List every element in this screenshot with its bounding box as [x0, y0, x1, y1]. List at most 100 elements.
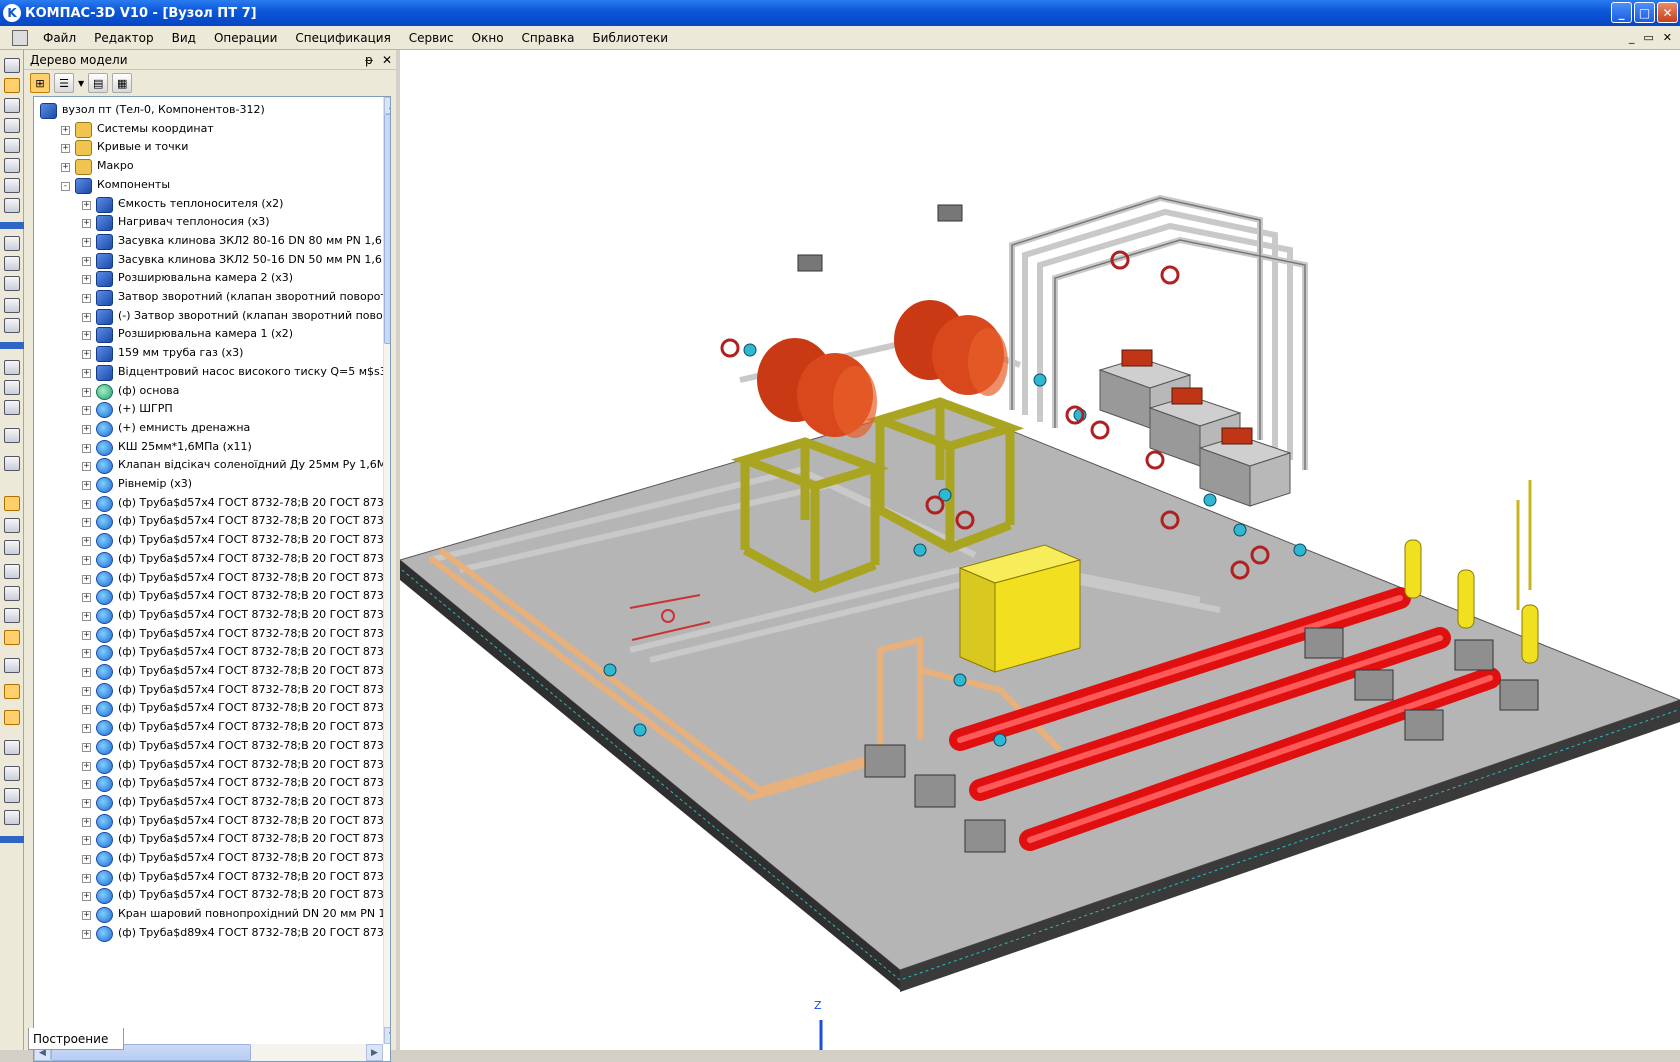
expand-icon[interactable]: +: [82, 593, 91, 603]
tree-structure-icon[interactable]: ⊞: [30, 73, 50, 93]
tree-order-icon[interactable]: ☰: [54, 73, 74, 93]
scroll-thumb[interactable]: [384, 114, 390, 344]
fit-view-icon[interactable]: [4, 518, 20, 533]
tree-node[interactable]: + (ф) Труба$d57x4 ГОСТ 8732-78;В 20 ГОСТ …: [34, 699, 390, 719]
tree-node[interactable]: + (ф) Труба$d57x4 ГОСТ 8732-78;В 20 ГОСТ …: [34, 886, 390, 906]
zoom-icon[interactable]: [4, 360, 20, 375]
tree-node[interactable]: + Нагривач теплоносия (x3): [34, 213, 374, 233]
tree-node[interactable]: + Системы координат: [34, 120, 374, 140]
diagnostics-icon[interactable]: [4, 198, 20, 213]
tree-node[interactable]: + (-) Затвор зворотний (клапан зворотний …: [34, 307, 390, 327]
expand-icon[interactable]: +: [61, 125, 70, 135]
tree-node[interactable]: + (ф) Труба$d57x4 ГОСТ 8732-78;В 20 ГОСТ …: [34, 625, 390, 645]
expand-icon[interactable]: +: [82, 331, 91, 341]
edit-icon[interactable]: [4, 58, 20, 73]
tree-node[interactable]: + Кран шаровий повнопрохідний DN 20 мм PN…: [34, 905, 390, 925]
pin-icon[interactable]: ᵽ: [360, 53, 378, 67]
scroll-right-button[interactable]: ▶: [366, 1044, 383, 1061]
collapse-icon[interactable]: -: [61, 181, 70, 191]
hidden-lines-icon[interactable]: [4, 608, 20, 623]
arrays-tool-icon[interactable]: [4, 118, 20, 133]
tree-node[interactable]: + (ф) Труба$d57x4 ГОСТ 8732-78;В 20 ГОСТ …: [34, 849, 390, 869]
point-icon[interactable]: [4, 236, 20, 251]
expand-icon[interactable]: +: [82, 406, 91, 416]
zoom-out-icon[interactable]: [4, 400, 20, 415]
menu-file[interactable]: Файл: [34, 31, 85, 45]
tree-node[interactable]: + (ф) Труба$d57x4 ГОСТ 8732-78;В 20 ГОСТ …: [34, 550, 390, 570]
tree-node[interactable]: + Макро: [34, 157, 374, 177]
tree-node[interactable]: + Розширювальна камера 2 (x3): [34, 269, 374, 289]
tree-node[interactable]: + Рівнемір (x3): [34, 475, 374, 495]
expand-icon[interactable]: +: [82, 817, 91, 827]
expand-icon[interactable]: +: [82, 574, 91, 584]
tree-node[interactable]: +159 мм труба газ (x3): [34, 344, 374, 364]
maximize-button[interactable]: □: [1634, 2, 1655, 23]
tree-node[interactable]: + (ф) Труба$d57x4 ГОСТ 8732-78;В 20 ГОСТ …: [34, 868, 390, 888]
rotate-component-icon[interactable]: [4, 318, 20, 333]
tree-node[interactable]: + Засувка клинова ЗКЛ2 80-16 DN 80 мм PN …: [34, 232, 390, 252]
measure-icon[interactable]: [4, 178, 20, 193]
expand-icon[interactable]: +: [82, 462, 91, 472]
auxiliary-geometry-icon[interactable]: [4, 138, 20, 153]
view-orientation-icon[interactable]: [4, 564, 20, 579]
tree-node[interactable]: + (ф) Труба$d57x4 ГОСТ 8732-78;В 20 ГОСТ …: [34, 718, 390, 738]
expand-icon[interactable]: +: [82, 630, 91, 640]
tree-node[interactable]: + Ємкость теплоносителя (x2): [34, 195, 374, 215]
menu-libraries[interactable]: Библиотеки: [583, 31, 677, 45]
wireframe-icon[interactable]: [4, 586, 20, 601]
tree-node[interactable]: + (ф) Труба$d57x4 ГОСТ 8732-78;В 20 ГОСТ …: [34, 587, 390, 607]
expand-icon[interactable]: +: [82, 929, 91, 939]
tree-node[interactable]: + (ф) Труба$d57x4 ГОСТ 8732-78;В 20 ГОСТ …: [34, 531, 390, 551]
shaded-icon[interactable]: [4, 630, 20, 645]
tree-node[interactable]: вузол пт (Тел-0, Компонентов-312): [34, 101, 374, 121]
tree-node[interactable]: + (+) ШГРП: [34, 400, 374, 420]
expand-icon[interactable]: +: [82, 481, 91, 490]
expand-icon[interactable]: +: [82, 518, 91, 528]
3d-model-scene[interactable]: [400, 50, 1680, 1050]
menu-specification[interactable]: Спецификация: [286, 31, 399, 45]
expand-icon[interactable]: +: [82, 237, 91, 247]
expand-icon[interactable]: +: [82, 911, 91, 921]
extrude-icon[interactable]: [4, 276, 20, 291]
tree-node[interactable]: + Розширювальна камера 1 (x2): [34, 325, 374, 345]
pan-icon[interactable]: [4, 496, 20, 511]
tree-node[interactable]: + (ф) Труба$d57x4 ГОСТ 8732-78;В 20 ГОСТ …: [34, 569, 390, 589]
expand-icon[interactable]: +: [82, 836, 91, 846]
tree-document-icon[interactable]: ▤: [88, 73, 109, 93]
expand-icon[interactable]: +: [82, 611, 91, 621]
expand-icon[interactable]: +: [82, 275, 91, 285]
expand-icon[interactable]: +: [82, 892, 91, 902]
menu-operations[interactable]: Операции: [205, 31, 286, 45]
expand-icon[interactable]: +: [82, 424, 91, 434]
tree-node[interactable]: + (ф) Труба$d57x4 ГОСТ 8732-78;В 20 ГОСТ …: [34, 512, 390, 532]
document-icon[interactable]: [12, 29, 28, 46]
tree-node[interactable]: + (ф) Труба$d57x4 ГОСТ 8732-78;В 20 ГОСТ …: [34, 812, 390, 832]
tree-node[interactable]: + (ф) Труба$d57x4 ГОСТ 8732-78;В 20 ГОСТ …: [34, 606, 390, 626]
minimize-button[interactable]: _: [1611, 2, 1632, 23]
doc-minimize-button[interactable]: _: [1629, 31, 1635, 44]
expand-icon[interactable]: +: [82, 855, 91, 864]
expand-icon[interactable]: +: [82, 387, 91, 397]
expand-icon[interactable]: +: [82, 350, 91, 360]
tree-node[interactable]: + (ф) Труба$d57x4 ГОСТ 8732-78;В 20 ГОСТ …: [34, 494, 390, 514]
tree-edit-icon[interactable]: ▦: [112, 73, 133, 93]
expand-icon[interactable]: +: [82, 200, 91, 210]
expand-icon[interactable]: +: [82, 294, 91, 303]
tree-node[interactable]: + (ф) Труба$d57x4 ГОСТ 8732-78;В 20 ГОСТ …: [34, 643, 390, 663]
doc-close-button[interactable]: ✕: [1663, 31, 1672, 44]
tree-node[interactable]: + Засувка клинова ЗКЛ2 50-16 DN 50 мм PN …: [34, 251, 390, 271]
window-titlebar[interactable]: K КОМПАС-3D V10 - [Вузол ПТ 7] _ □ ✕: [0, 0, 1680, 26]
expand-icon[interactable]: +: [82, 219, 91, 229]
doc-restore-button[interactable]: ▭: [1643, 31, 1653, 44]
menu-window[interactable]: Окно: [463, 31, 513, 45]
expand-icon[interactable]: +: [82, 668, 91, 677]
expand-icon[interactable]: +: [82, 368, 91, 378]
expand-icon[interactable]: +: [61, 144, 70, 154]
tree-settings-icon[interactable]: [4, 740, 20, 755]
tree-node[interactable]: + (ф) Труба$d57x4 ГОСТ 8732-78;В 20 ГОСТ …: [34, 737, 390, 757]
expand-icon[interactable]: +: [82, 256, 91, 266]
shaded-edges-icon[interactable]: [4, 658, 20, 673]
tree-node[interactable]: + (ф) Труба$d57x4 ГОСТ 8732-78;В 20 ГОСТ …: [34, 830, 390, 850]
surfaces-tool-icon[interactable]: [4, 98, 20, 113]
tree-node[interactable]: + (ф) Труба$d57x4 ГОСТ 8732-78;В 20 ГОСТ …: [34, 662, 390, 682]
